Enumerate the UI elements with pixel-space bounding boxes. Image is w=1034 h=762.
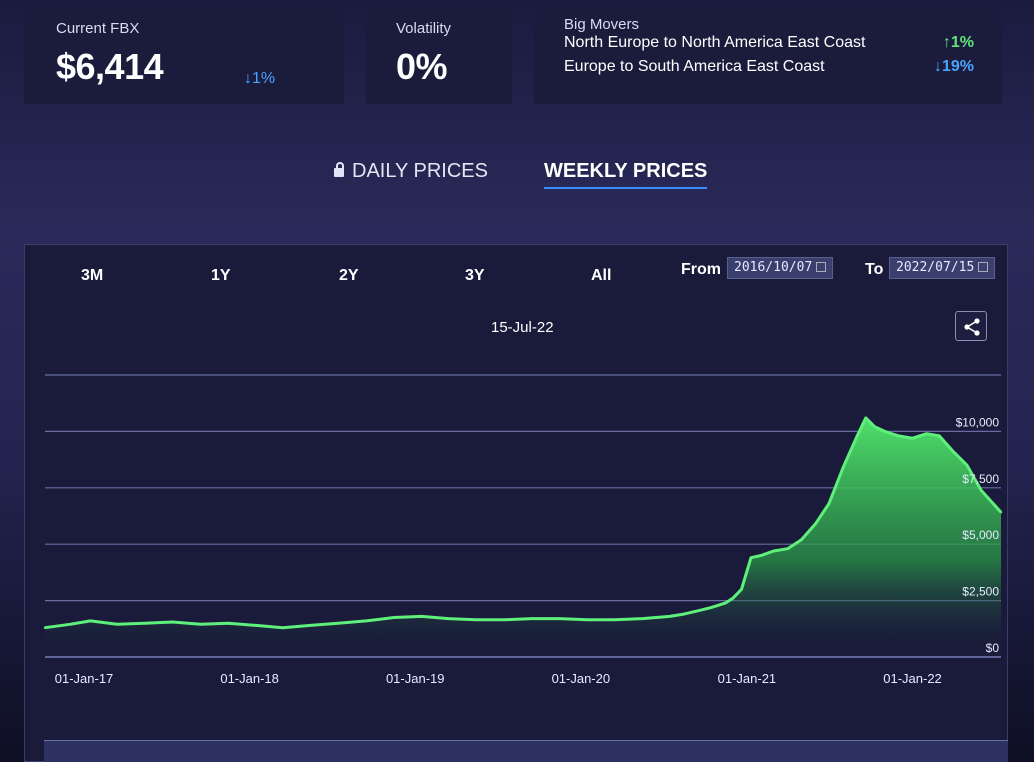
data-point: [365, 619, 368, 623]
current-fbx-value: $6,414: [56, 46, 164, 87]
data-point: [724, 601, 727, 605]
data-point: [786, 547, 789, 550]
data-point: [115, 623, 119, 626]
x-tick-label: 01-Jan-19: [386, 671, 445, 686]
tab-daily-prices[interactable]: DAILY PRICES: [334, 160, 488, 183]
data-point: [336, 622, 340, 625]
data-point: [731, 597, 734, 600]
y-tick-label: $10,000: [956, 415, 1000, 429]
data-point: [668, 615, 671, 618]
data-point: [979, 488, 983, 492]
data-point: [68, 623, 72, 626]
big-movers-card: Big Movers North Europe to North America…: [534, 8, 1002, 104]
data-point: [925, 432, 928, 435]
big-movers-label: Big Movers: [564, 16, 640, 33]
tab-weekly-prices[interactable]: WEEKLY PRICES: [544, 160, 708, 189]
y-tick-label: $2,500: [962, 585, 999, 599]
data-point: [171, 620, 174, 624]
data-point: [814, 522, 817, 526]
mover-change: ↓19%: [933, 58, 974, 75]
mover-route: Europe to South America East Coast: [564, 58, 825, 75]
data-point: [640, 617, 644, 620]
x-tick-label: 01-Jan-18: [220, 671, 279, 686]
data-point: [864, 416, 867, 420]
data-point: [883, 430, 886, 433]
data-point: [89, 619, 92, 623]
lock-icon: [334, 162, 344, 177]
current-fbx-change: ↓1%: [244, 70, 276, 87]
data-point: [800, 538, 803, 541]
current-fbx-card: Current FBX $6,414 ↓1%: [24, 8, 344, 104]
data-point: [952, 450, 955, 453]
data-point: [613, 618, 616, 621]
data-point: [897, 434, 900, 438]
data-point: [856, 434, 859, 438]
y-tick-label: $5,000: [962, 528, 999, 542]
data-point: [938, 434, 941, 438]
y-tick-label: $7,500: [962, 472, 999, 486]
mover-route: North Europe to North America East Coast: [564, 34, 866, 51]
data-point: [965, 464, 969, 467]
mover-row[interactable]: North Europe to North America East Coast…: [564, 34, 974, 52]
data-point: [827, 502, 831, 505]
volatility-value: 0%: [396, 46, 448, 87]
data-point: [873, 425, 877, 429]
price-chart: $0 $2,500 $5,000 $7,500 $10,000 01-Jan-17 01-…: [43, 374, 1003, 686]
data-point: [281, 626, 284, 629]
data-point: [749, 556, 753, 559]
price-area: [45, 417, 1001, 657]
data-point: [43, 626, 47, 629]
current-fbx-label: Current FBX: [56, 20, 140, 37]
volatility-card: Volatility 0%: [366, 8, 512, 104]
data-point: [474, 618, 478, 621]
data-point: [841, 466, 845, 469]
mover-row[interactable]: Europe to South America East Coast ↓19%: [564, 58, 974, 76]
x-tick-label: 01-Jan-17: [55, 671, 114, 686]
data-point: [420, 615, 423, 618]
data-point: [447, 617, 450, 620]
data-point: [502, 618, 505, 621]
data-point: [696, 609, 700, 612]
x-tick-label: 01-Jan-22: [883, 671, 942, 686]
navigator-strip[interactable]: [44, 740, 1008, 762]
data-point: [772, 549, 775, 553]
data-point: [710, 606, 713, 609]
x-tick-label: 01-Jan-21: [718, 671, 777, 686]
mover-change: ↑1%: [942, 34, 974, 51]
data-point: [309, 624, 312, 627]
data-point: [682, 612, 685, 616]
data-point: [911, 437, 914, 440]
data-point: [199, 623, 202, 626]
data-point: [759, 554, 763, 557]
data-point: [392, 616, 396, 619]
data-point: [586, 618, 589, 621]
x-tick-label: 01-Jan-20: [552, 671, 611, 686]
volatility-label: Volatility: [396, 20, 452, 37]
data-point: [227, 622, 230, 625]
tab-weekly-label: WEEKLY PRICES: [544, 160, 708, 182]
data-point: [254, 624, 258, 627]
data-point: [143, 622, 146, 625]
tab-daily-label: DAILY PRICES: [352, 160, 488, 182]
data-point: [530, 617, 533, 620]
y-tick-label: $0: [986, 641, 1000, 655]
data-point: [740, 588, 743, 591]
data-point: [558, 617, 561, 620]
data-point: [999, 511, 1003, 514]
chart-panel: 3M 1Y 2Y 3Y All From 2016/10/07 To 2022/…: [24, 244, 1008, 762]
